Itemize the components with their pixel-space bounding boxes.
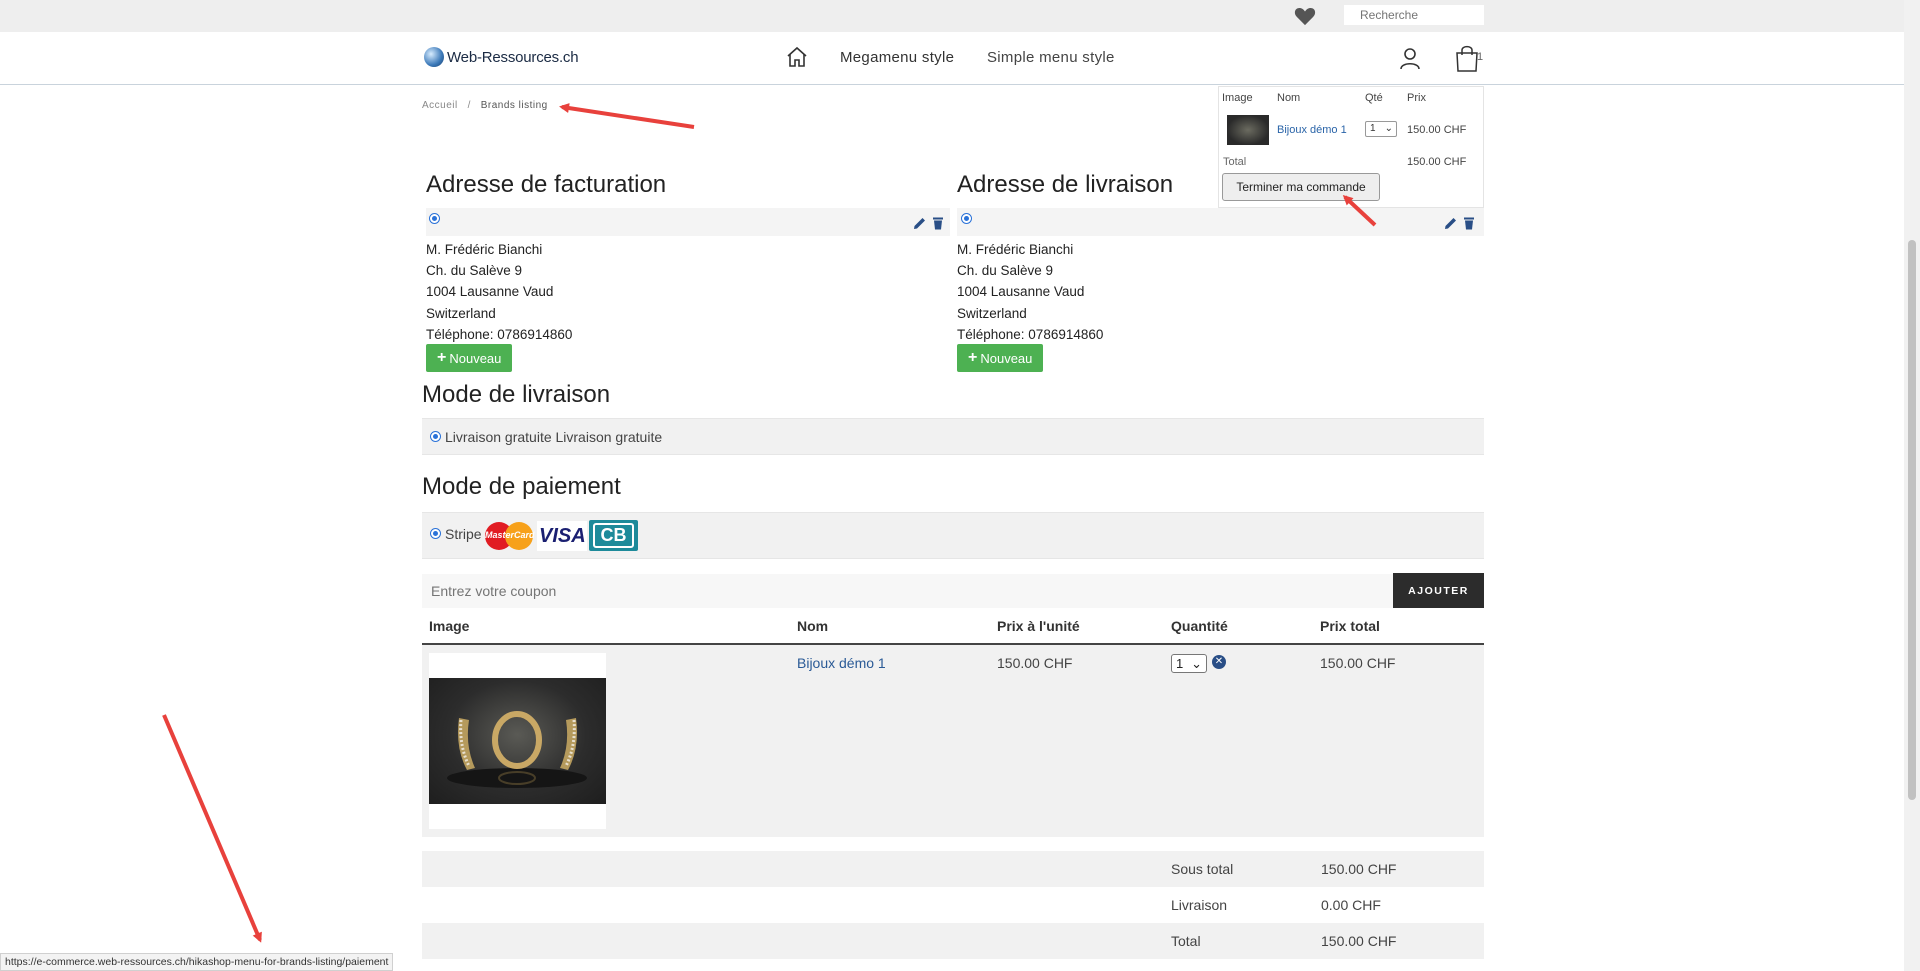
chevron-down-icon: ⌄ bbox=[1384, 123, 1393, 134]
billing-address-radio[interactable] bbox=[429, 213, 440, 224]
shipping-name: M. Frédéric Bianchi bbox=[957, 242, 1074, 257]
product-unit-price: 150.00 CHF bbox=[997, 655, 1073, 671]
shipping-cost-row: Livraison 0.00 CHF bbox=[422, 887, 1484, 923]
subtotal-row: Sous total 150.00 CHF bbox=[422, 851, 1484, 887]
subtotal-value: 150.00 CHF bbox=[1321, 861, 1397, 877]
shipping-cost-value: 0.00 CHF bbox=[1321, 897, 1381, 913]
mini-cart-total-value: 150.00 CHF bbox=[1407, 156, 1467, 168]
user-icon[interactable] bbox=[1398, 46, 1422, 70]
checkout-button[interactable]: Terminer ma commande bbox=[1222, 173, 1380, 201]
plus-icon: + bbox=[437, 349, 447, 366]
shipping-address-lines: M. Frédéric Bianchi Ch. du Salève 9 1004… bbox=[957, 239, 1103, 345]
billing-address-lines: M. Frédéric Bianchi Ch. du Salève 9 1004… bbox=[426, 239, 572, 345]
breadcrumb-home[interactable]: Accueil bbox=[422, 100, 458, 111]
mini-cart-header-name: Nom bbox=[1277, 92, 1301, 104]
product-photo[interactable] bbox=[429, 678, 606, 804]
billing-city: 1004 Lausanne Vaud bbox=[426, 284, 554, 300]
mini-cart-header-image: Image bbox=[1222, 92, 1253, 104]
nav-megamenu[interactable]: Megamenu style bbox=[840, 49, 954, 66]
shipping-phone: Téléphone: 0786914860 bbox=[957, 326, 1104, 342]
coupon-input[interactable] bbox=[422, 574, 1394, 608]
remove-item-icon[interactable]: ✕ bbox=[1212, 655, 1226, 669]
logo-text: Web-Ressources.ch bbox=[447, 48, 579, 66]
cb-label: CB bbox=[593, 523, 634, 548]
delivery-option-label: Livraison gratuite Livraison gratuite bbox=[445, 429, 663, 445]
top-bar bbox=[0, 0, 1920, 32]
globe-icon bbox=[424, 47, 444, 67]
mini-cart-dropdown: Image Nom Qté Prix Bijoux démo 1 1 ⌄ 150… bbox=[1218, 86, 1484, 208]
delivery-title: Mode de livraison bbox=[422, 381, 611, 408]
shipping-address-radio[interactable] bbox=[961, 213, 972, 224]
quantity-select[interactable]: 1 ⌄ bbox=[1171, 654, 1207, 673]
breadcrumb-separator: / bbox=[467, 100, 471, 111]
cart-count: 1 bbox=[1477, 51, 1484, 63]
delivery-radio[interactable] bbox=[430, 431, 441, 442]
payment-radio[interactable] bbox=[430, 528, 441, 539]
mini-cart-qty-select[interactable]: 1 ⌄ bbox=[1365, 121, 1397, 137]
visa-label: VISA bbox=[539, 525, 586, 547]
home-icon[interactable] bbox=[785, 45, 809, 69]
billing-address-bar bbox=[426, 208, 950, 236]
mastercard-icon: MasterCard bbox=[485, 521, 535, 551]
shipping-street: Ch. du Salève 9 bbox=[957, 263, 1054, 279]
col-header-image: Image bbox=[429, 618, 470, 634]
shipping-new-label: Nouveau bbox=[980, 350, 1033, 366]
billing-phone: Téléphone: 0786914860 bbox=[426, 326, 573, 342]
payment-option-label: Stripe bbox=[445, 526, 482, 542]
nav-simple-menu[interactable]: Simple menu style bbox=[987, 49, 1115, 66]
trash-icon[interactable] bbox=[1462, 216, 1476, 230]
cb-card-icon: CB bbox=[589, 520, 638, 551]
payment-title: Mode de paiement bbox=[422, 473, 621, 500]
billing-new-label: Nouveau bbox=[449, 350, 502, 366]
shipping-address-bar bbox=[957, 208, 1484, 236]
jewelry-image bbox=[447, 711, 587, 788]
shipping-country: Switzerland bbox=[957, 305, 1027, 321]
shipping-new-button[interactable]: + Nouveau bbox=[957, 344, 1044, 372]
arrow-to-breadcrumb bbox=[559, 103, 695, 129]
col-header-unit-price: Prix à l'unité bbox=[997, 618, 1080, 634]
arrow-to-status-url bbox=[162, 714, 262, 943]
shipping-city: 1004 Lausanne Vaud bbox=[957, 284, 1085, 300]
billing-new-button[interactable]: + Nouveau bbox=[426, 344, 513, 372]
col-header-quantity: Quantité bbox=[1171, 618, 1228, 634]
breadcrumb: Accueil / Brands listing bbox=[422, 100, 548, 111]
heart-icon[interactable] bbox=[1294, 6, 1316, 26]
grand-total-label: Total bbox=[1171, 933, 1201, 949]
site-logo[interactable]: Web-Ressources.ch bbox=[424, 47, 579, 67]
edit-icon[interactable] bbox=[1444, 216, 1458, 230]
col-header-total-price: Prix total bbox=[1320, 618, 1380, 634]
mini-cart-price: 150.00 CHF bbox=[1407, 124, 1467, 136]
billing-address-title: Adresse de facturation bbox=[426, 171, 667, 198]
mini-cart-header-price: Prix bbox=[1407, 92, 1426, 104]
billing-street: Ch. du Salève 9 bbox=[426, 263, 523, 279]
subtotal-label: Sous total bbox=[1171, 861, 1234, 877]
breadcrumb-current: Brands listing bbox=[480, 100, 548, 111]
billing-country: Switzerland bbox=[426, 305, 496, 321]
trash-icon[interactable] bbox=[931, 216, 945, 230]
billing-name: M. Frédéric Bianchi bbox=[426, 242, 543, 257]
col-header-name: Nom bbox=[797, 618, 829, 634]
grand-total-row: Total 150.00 CHF bbox=[422, 923, 1484, 959]
mini-cart-total-label: Total bbox=[1223, 156, 1247, 168]
mini-cart-header-qty: Qté bbox=[1365, 92, 1383, 104]
mini-cart-product-link[interactable]: Bijoux démo 1 bbox=[1277, 124, 1347, 136]
chevron-down-icon: ⌄ bbox=[1191, 656, 1202, 671]
quantity-value: 1 bbox=[1176, 656, 1184, 671]
grand-total-value: 150.00 CHF bbox=[1321, 933, 1397, 949]
shipping-cost-label: Livraison bbox=[1171, 897, 1228, 913]
search-input[interactable] bbox=[1344, 5, 1484, 25]
shipping-address-title: Adresse de livraison bbox=[957, 171, 1174, 198]
mini-cart-qty-value: 1 bbox=[1370, 123, 1376, 134]
status-bar-url: https://e-commerce.web-ressources.ch/hik… bbox=[0, 953, 394, 971]
edit-icon[interactable] bbox=[913, 216, 927, 230]
product-name-link[interactable]: Bijoux démo 1 bbox=[797, 655, 886, 671]
add-coupon-button[interactable]: AJOUTER bbox=[1393, 573, 1484, 608]
mastercard-label: MasterCard bbox=[485, 530, 535, 540]
visa-icon: VISA bbox=[537, 521, 587, 551]
scrollbar-thumb[interactable] bbox=[1908, 240, 1916, 800]
mini-cart-product-thumbnail[interactable] bbox=[1227, 115, 1269, 145]
plus-icon: + bbox=[968, 349, 978, 366]
product-total-price: 150.00 CHF bbox=[1320, 655, 1396, 671]
